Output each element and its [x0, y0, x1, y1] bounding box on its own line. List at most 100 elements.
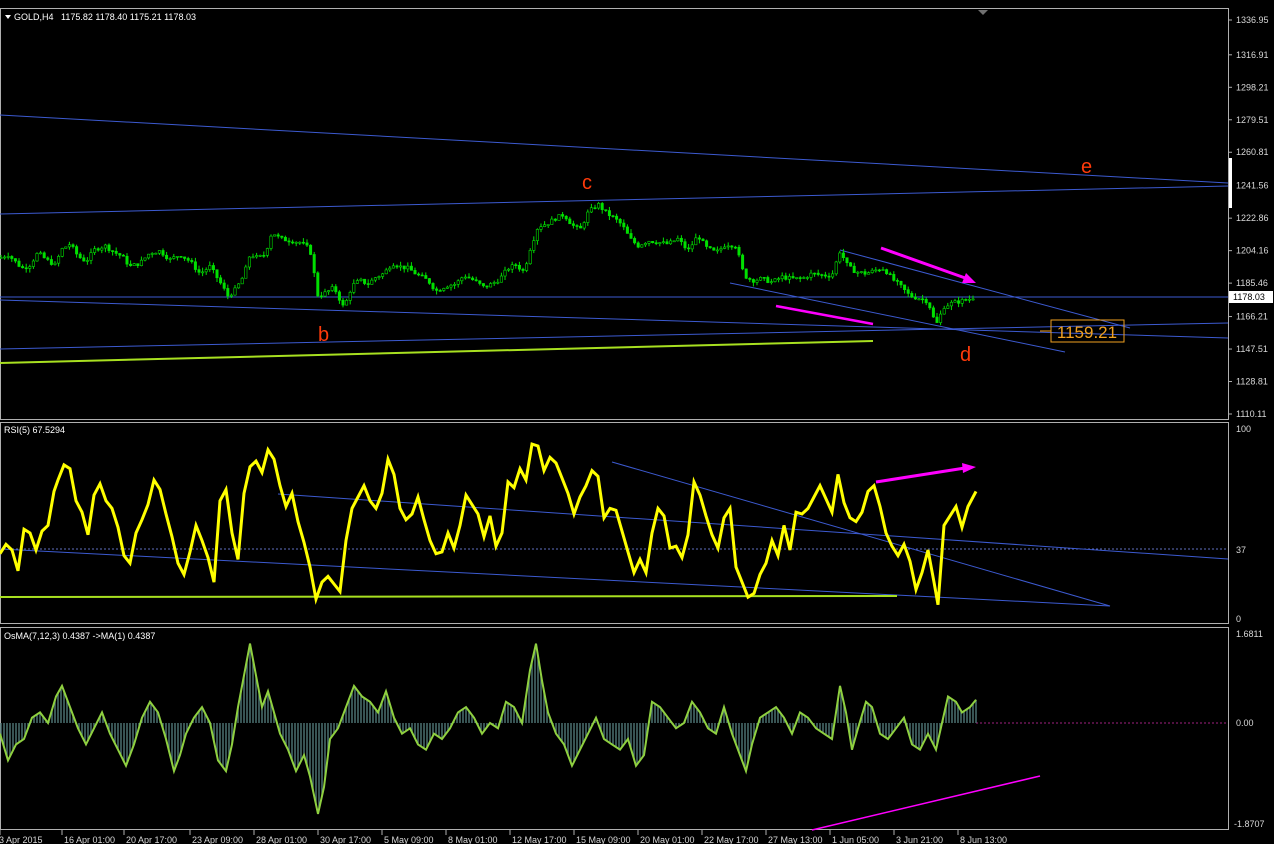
- candle-body: [208, 265, 212, 270]
- rsi-magenta-arrow-line: [875, 466, 966, 484]
- rsi-tick-100: 100: [1236, 424, 1251, 434]
- candle-body: [795, 277, 799, 279]
- candle-body: [917, 298, 921, 301]
- candle-body: [82, 257, 86, 262]
- candle-body: [3, 256, 7, 259]
- candle-body: [251, 256, 255, 259]
- b-d-line: [0, 322, 1229, 350]
- candle-body: [276, 234, 280, 237]
- time-tick-label: 28 Apr 01:00: [256, 835, 307, 844]
- candle-body: [859, 271, 863, 273]
- candle-body: [435, 288, 439, 291]
- candle-body: [301, 241, 305, 244]
- candle-body: [600, 203, 604, 210]
- candle-body: [611, 215, 615, 218]
- candle-body: [759, 277, 763, 281]
- candle-body: [874, 269, 878, 272]
- time-tick-label: 12 May 17:00: [512, 835, 567, 844]
- candle-body: [964, 299, 968, 301]
- candle-body: [957, 300, 961, 304]
- shift-marker-icon[interactable]: [978, 10, 988, 15]
- wave-label-b: b: [318, 324, 329, 346]
- candle-body: [388, 267, 392, 271]
- candle-body: [730, 245, 734, 248]
- candle-body: [877, 269, 881, 272]
- candle-body: [240, 277, 244, 285]
- rsi-channel-lines: [0, 461, 1229, 607]
- candle-body: [575, 225, 579, 227]
- candle-body: [53, 262, 57, 265]
- time-tick-label: 30 Apr 17:00: [320, 835, 371, 844]
- candle-body: [255, 255, 259, 258]
- candle-body: [114, 250, 118, 254]
- candle-body: [161, 250, 165, 256]
- candle-body: [262, 255, 266, 257]
- candle-body: [910, 293, 914, 298]
- candle-body: [190, 260, 194, 263]
- candle-body: [827, 275, 831, 278]
- candle-body: [409, 265, 413, 271]
- candle-body: [715, 249, 719, 252]
- candle-body: [571, 223, 575, 226]
- candle-body: [57, 256, 61, 264]
- candle-body: [467, 276, 471, 279]
- candle-body: [136, 263, 140, 266]
- candle-body: [125, 255, 129, 265]
- candle-body: [561, 214, 565, 217]
- price-tick-label: 1110.11: [1236, 409, 1267, 419]
- candle-body: [881, 269, 885, 271]
- candle-body: [42, 252, 46, 259]
- time-tick-label: 8 Jun 13:00: [960, 835, 1007, 844]
- candle-body: [755, 279, 759, 283]
- time-tick-label: 20 Apr 17:00: [126, 835, 177, 844]
- candle-body: [741, 254, 745, 270]
- time-tick-label: 5 May 09:00: [384, 835, 434, 844]
- candle-body: [283, 237, 287, 242]
- candle-body: [899, 280, 903, 286]
- candle-body: [305, 242, 309, 246]
- candle-body: [157, 250, 161, 254]
- candle-body: [71, 244, 75, 247]
- osma-title: OsMA(7,12,3) 0.4387 ->MA(1) 0.4387: [4, 631, 155, 641]
- candle-body: [517, 264, 521, 270]
- arrowhead-icon: [962, 273, 976, 283]
- candle-body: [211, 265, 215, 271]
- candle-body: [39, 252, 43, 255]
- price-tick-label: 1298.21: [1236, 82, 1269, 92]
- candle-body: [391, 265, 395, 269]
- time-tick-label: 23 Apr 09:00: [192, 835, 243, 844]
- candle-body: [507, 268, 511, 271]
- candle-body: [690, 244, 694, 250]
- candle-body: [273, 234, 277, 237]
- candle-body: [60, 248, 64, 257]
- candle-body: [13, 258, 17, 262]
- candle-body: [204, 269, 208, 273]
- candle-body: [953, 300, 957, 303]
- candle-body: [247, 256, 251, 268]
- candle-body: [622, 222, 626, 228]
- candle-body: [813, 272, 817, 275]
- price-annotation-value: 1159.21: [1057, 323, 1117, 342]
- candle-body: [6, 256, 10, 258]
- candle-body: [892, 274, 896, 281]
- candle-body: [546, 224, 550, 226]
- candle-body: [449, 284, 453, 288]
- candle-body: [496, 281, 500, 284]
- candle-body: [341, 299, 345, 306]
- candle-body: [809, 272, 813, 278]
- candle-body: [647, 241, 651, 244]
- scroll-indicator[interactable]: [1229, 158, 1232, 208]
- lower-trendline: [0, 299, 1229, 339]
- candle-body: [903, 284, 907, 290]
- price-annotation-box[interactable]: 1159.21: [1040, 319, 1125, 343]
- candle-body: [737, 246, 741, 256]
- candle-body: [676, 237, 680, 242]
- rsi-title: RSI(5) 67.5294: [4, 425, 65, 435]
- gold-h4-chart[interactable]: 1336.95 1316.91 1298.21 1279.51 1260.81 1241.…: [0, 0, 1274, 844]
- candle-body: [78, 253, 82, 259]
- dropdown-triangle-icon[interactable]: [5, 15, 11, 19]
- candle-body: [906, 289, 910, 294]
- candle-body: [762, 277, 766, 279]
- wave-label-d: d: [960, 344, 971, 366]
- candle-body: [777, 278, 781, 281]
